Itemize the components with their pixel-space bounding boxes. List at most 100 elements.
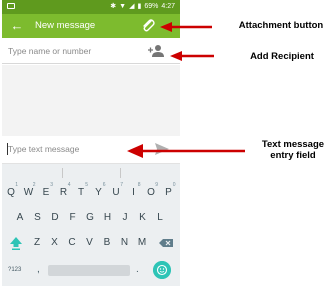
- key-n[interactable]: N: [117, 233, 133, 253]
- add-recipient-arrow: [170, 51, 214, 61]
- key-label: V: [86, 237, 93, 248]
- key-label: G: [86, 212, 94, 223]
- key-a[interactable]: A: [12, 208, 28, 228]
- key-label: F: [69, 212, 76, 223]
- battery-icon: ▮: [137, 3, 142, 10]
- key-row-2: ASDFGHJKL: [2, 208, 180, 228]
- page-title: New message: [35, 20, 96, 31]
- annotation-text-entry-line2: entry field: [270, 150, 316, 161]
- app-bar: ← New message: [2, 14, 180, 38]
- battery-percent: 69%: [144, 3, 159, 10]
- key-t[interactable]: T5: [73, 182, 89, 203]
- key-m[interactable]: M: [134, 233, 150, 253]
- key-k[interactable]: K: [135, 208, 151, 228]
- key-label: Y: [95, 187, 102, 198]
- key-hint: 2: [32, 182, 36, 188]
- key-p[interactable]: P0: [161, 182, 177, 203]
- key-hint: 5: [85, 182, 88, 188]
- keyboard: Q1W2E3R4T5Y6U7I8O9P0 ASDFGHJKL ZXCVBNM ?…: [2, 164, 180, 286]
- key-label: S: [34, 212, 41, 223]
- key-s[interactable]: S: [30, 208, 46, 228]
- key-u[interactable]: U7: [108, 182, 124, 203]
- key-label: U: [112, 187, 120, 198]
- key-hint: 7: [120, 182, 123, 188]
- text-entry-arrow: [127, 144, 245, 158]
- period-key[interactable]: .: [136, 260, 139, 280]
- shift-icon[interactable]: [8, 233, 24, 253]
- key-label: N: [120, 237, 129, 248]
- key-label: C: [68, 237, 76, 248]
- key-label: X: [51, 237, 58, 248]
- clock: 4:27: [161, 3, 175, 10]
- key-label: Z: [33, 237, 41, 248]
- key-hint: 3: [50, 182, 53, 188]
- back-arrow-icon[interactable]: ←: [8, 17, 26, 35]
- key-f[interactable]: F: [65, 208, 81, 228]
- key-row-4: ?123 , .: [2, 260, 180, 280]
- key-label: B: [103, 237, 111, 248]
- key-r[interactable]: R4: [56, 182, 72, 203]
- conversation-area: [2, 65, 180, 136]
- wifi-icon: ▼: [119, 3, 127, 10]
- annotation-text-entry-line1: Text message: [261, 139, 325, 150]
- suggestion-bar: [2, 164, 180, 181]
- backspace-icon[interactable]: [158, 233, 174, 253]
- key-g[interactable]: G: [82, 208, 98, 228]
- recipient-input[interactable]: Type name or number: [8, 46, 91, 56]
- key-z[interactable]: Z: [29, 233, 45, 253]
- key-hint: 4: [67, 182, 71, 188]
- key-q[interactable]: Q1: [3, 182, 19, 203]
- key-label: H: [103, 212, 112, 223]
- key-hint: 8: [137, 182, 141, 188]
- key-w[interactable]: W2: [21, 182, 37, 203]
- key-label: I: [132, 187, 135, 198]
- key-y[interactable]: Y6: [91, 182, 107, 203]
- comma-key[interactable]: ,: [37, 260, 40, 280]
- key-hint: 9: [155, 182, 158, 188]
- key-label: K: [139, 212, 146, 223]
- key-l[interactable]: L: [152, 208, 168, 228]
- key-hint: 1: [15, 182, 18, 188]
- phone-screen: ✱ ▼ ◢ ▮ 69% 4:27 ← New message Type name…: [2, 0, 180, 286]
- key-label: Q: [7, 187, 15, 198]
- key-c[interactable]: C: [64, 233, 80, 253]
- key-label: L: [157, 212, 163, 223]
- key-v[interactable]: V: [82, 233, 98, 253]
- key-label: D: [51, 212, 59, 223]
- key-e[interactable]: E3: [38, 182, 54, 203]
- key-hint: 0: [172, 182, 176, 188]
- attachment-icon[interactable]: [139, 17, 157, 35]
- key-b[interactable]: B: [99, 233, 115, 253]
- annotation-attachment: Attachment button: [238, 20, 324, 31]
- key-hint: 6: [102, 182, 106, 188]
- annotation-add-recipient: Add Recipient: [250, 51, 314, 62]
- annotation-text-entry: Text message entry field: [252, 139, 334, 161]
- suggestion-divider: [62, 168, 63, 178]
- notification-icon: [7, 3, 15, 9]
- attachment-arrow: [160, 22, 212, 32]
- status-bar: ✱ ▼ ◢ ▮ 69% 4:27: [2, 0, 180, 14]
- key-row-1: Q1W2E3R4T5Y6U7I8O9P0: [2, 182, 180, 203]
- key-label: E: [42, 187, 50, 198]
- emoji-icon[interactable]: [153, 261, 171, 279]
- key-label: M: [137, 237, 147, 248]
- key-x[interactable]: X: [47, 233, 63, 253]
- key-label: P: [165, 187, 172, 198]
- bluetooth-icon: ✱: [110, 3, 117, 10]
- key-label: R: [59, 187, 68, 198]
- symbols-key[interactable]: ?123: [8, 260, 21, 280]
- key-d[interactable]: D: [47, 208, 63, 228]
- message-input[interactable]: Type text message: [8, 144, 79, 154]
- key-label: O: [147, 187, 155, 198]
- key-h[interactable]: H: [100, 208, 116, 228]
- key-j[interactable]: J: [117, 208, 133, 228]
- key-i[interactable]: I8: [126, 182, 142, 203]
- space-key[interactable]: [48, 265, 130, 276]
- key-row-3: ZXCVBNM: [2, 233, 180, 253]
- key-label: J: [122, 212, 128, 223]
- add-recipient-icon[interactable]: [147, 43, 165, 59]
- key-label: A: [16, 212, 24, 223]
- suggestion-divider: [120, 168, 121, 178]
- key-o[interactable]: O9: [143, 182, 159, 203]
- signal-icon: ◢: [129, 3, 135, 10]
